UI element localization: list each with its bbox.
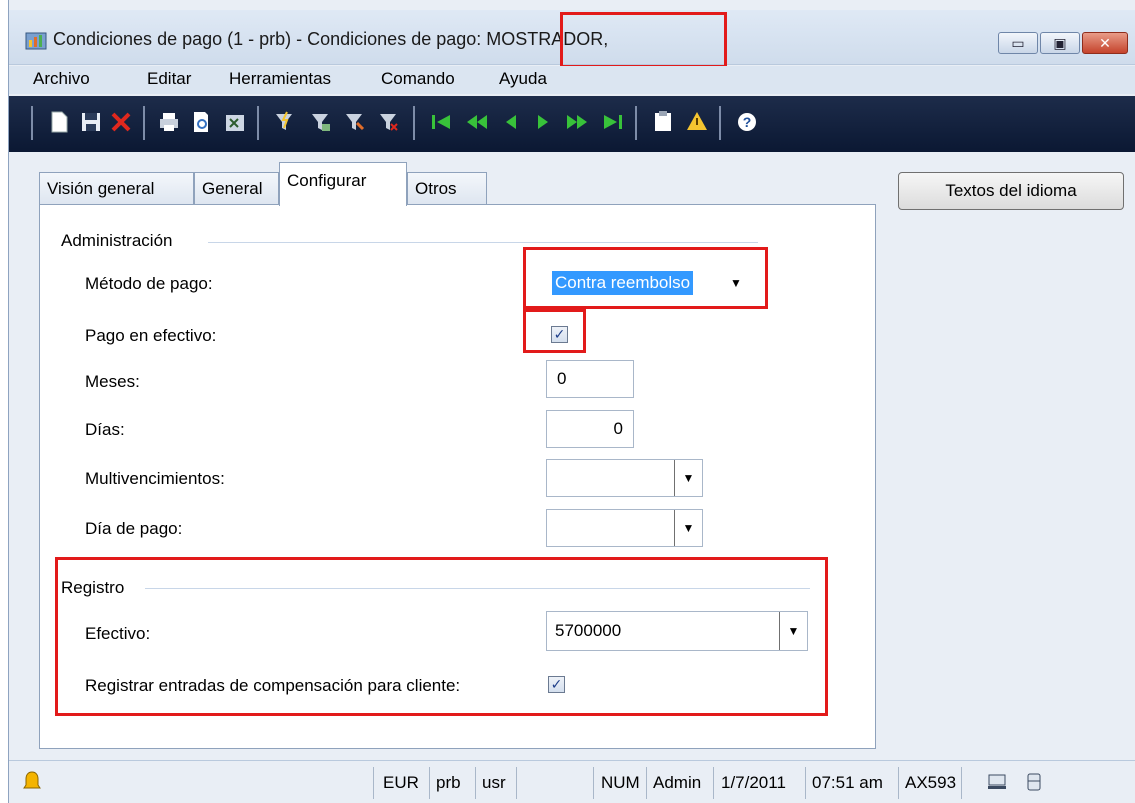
menu-ayuda[interactable]: Ayuda [499,69,547,89]
next-record-icon[interactable] [531,109,555,135]
svg-text:?: ? [743,114,752,130]
menu-archivo[interactable]: Archivo [33,69,90,89]
status-separator [593,767,594,799]
toolbar: ? [9,96,1135,152]
status-separator [961,767,962,799]
close-icon: ✕ [1099,35,1111,51]
menu-comando[interactable]: Comando [381,69,455,89]
minimize-button[interactable]: ▭ [998,32,1038,54]
menu-herramientas[interactable]: Herramientas [229,69,331,89]
status-user: Admin [653,773,702,792]
multivencimientos-label: Multivencimientos: [85,469,225,488]
new-icon[interactable] [47,109,71,135]
window-title-prefix: Condiciones de pago (1 - prb) - Condicio… [53,29,487,49]
tab-vision-general[interactable]: Visión general [39,172,194,205]
filter-by-selection-icon[interactable] [273,109,297,135]
language-texts-button[interactable]: Textos del idioma [898,172,1124,210]
registro-highlight [55,557,828,716]
toolbar-separator [413,106,415,140]
tab-configurar[interactable]: Configurar [279,162,407,206]
meses-label: Meses: [85,372,140,391]
status-currency[interactable]: EUR [383,773,419,793]
toolbar-separator [257,106,259,140]
chevron-down-icon[interactable]: ▼ [674,460,702,496]
multivencimientos-combo[interactable]: ▼ [546,459,703,497]
help-icon[interactable]: ? [735,109,759,135]
previous-page-icon[interactable] [465,109,489,135]
toolbar-separator [143,106,145,140]
maximize-icon: ▣ [1053,35,1067,51]
alert-icon[interactable] [685,109,709,135]
last-record-icon[interactable] [601,109,625,135]
dia-pago-combo[interactable]: ▼ [546,509,703,547]
app-icon [25,32,47,50]
delete-icon[interactable] [109,109,133,135]
dias-input[interactable]: 0 [546,410,634,448]
close-button[interactable]: ✕ [1082,32,1128,54]
status-separator [475,767,476,799]
minimize-icon: ▭ [1011,35,1025,51]
notification-bell-icon[interactable] [23,770,41,792]
filter-by-grid-icon[interactable] [309,109,333,135]
status-date[interactable]: 1/7/2011 [721,773,786,793]
toolbar-separator [31,106,33,140]
status-separator [898,767,899,799]
app-window: Condiciones de pago (1 - prb) - Condicio… [8,0,1135,803]
advanced-filter-icon[interactable] [343,109,367,135]
window-title: Condiciones de pago (1 - prb) - Condicio… [53,29,608,50]
status-bar: EUR prb usr NUM Admin 1/7/2011 07:51 am … [9,760,1135,803]
chevron-down-icon[interactable]: ▼ [674,510,702,546]
menu-bar: Archivo Editar Herramientas Comando Ayud… [9,66,1135,94]
metodo-pago-label: Método de pago: [85,274,213,293]
meses-input[interactable]: 0 [546,360,634,398]
maximize-button[interactable]: ▣ [1040,32,1080,54]
status-separator [805,767,806,799]
pago-efectivo-label: Pago en efectivo: [85,326,217,345]
session-icon[interactable] [987,773,1007,791]
print-icon[interactable] [157,109,181,135]
status-separator [713,767,714,799]
toolbar-separator [635,106,637,140]
attachments-icon[interactable] [651,109,675,135]
status-server: AX593 [905,773,957,792]
status-separator [429,767,430,799]
print-preview-icon[interactable] [189,109,213,135]
save-icon[interactable] [79,109,103,135]
tab-otros[interactable]: Otros [407,172,487,205]
previous-record-icon[interactable] [499,109,523,135]
database-icon[interactable] [1026,772,1042,792]
status-separator [373,767,374,799]
tab-general[interactable]: General [194,172,279,205]
first-record-icon[interactable] [429,109,453,135]
export-icon[interactable] [223,109,247,135]
form-client-area: Visión general General Configurar Otros … [9,152,1135,759]
remove-filter-icon[interactable] [377,109,401,135]
title-record-highlight [560,12,727,68]
dia-pago-label: Día de pago: [85,519,183,538]
group-title-administracion: Administración [61,231,173,250]
status-num-lock: NUM [601,773,640,792]
menu-editar[interactable]: Editar [147,69,191,89]
metodo-pago-highlight [523,247,768,309]
status-separator [646,767,647,799]
next-page-icon[interactable] [565,109,589,135]
status-separator [516,767,517,799]
status-time: 07:51 am [812,773,883,792]
status-layer: usr [482,773,506,792]
window-controls: ▭ ▣ ✕ [996,32,1128,54]
status-company[interactable]: prb [436,773,461,793]
toolbar-separator [719,106,721,140]
group-divider [208,242,758,243]
pago-efectivo-highlight [523,309,586,353]
dias-label: Días: [85,420,125,439]
